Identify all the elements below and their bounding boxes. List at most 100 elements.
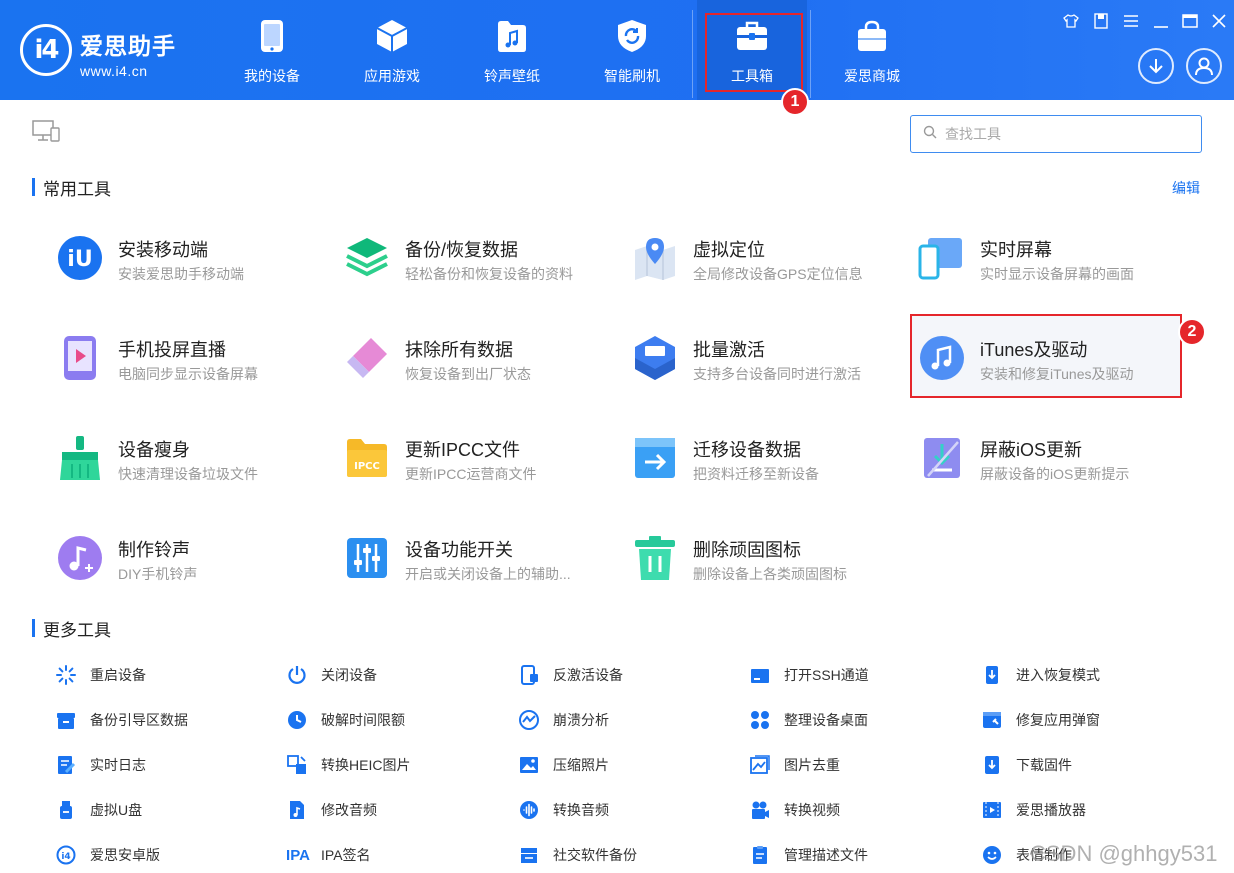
more-tool-backup-boot[interactable]: 备份引导区数据 xyxy=(56,709,188,731)
tool-migrate-data[interactable]: 迁移设备数据 把资料迁移至新设备 xyxy=(631,434,901,514)
more-tool-heic-convert[interactable]: 转换HEIC图片 xyxy=(287,754,410,776)
tool-name: 更新IPCC文件 xyxy=(405,440,521,460)
nav-smart-flash[interactable]: 智能刷机 xyxy=(577,0,687,100)
clock-icon xyxy=(287,710,307,730)
more-tool-recovery[interactable]: 进入恢复模式 xyxy=(982,664,1100,686)
i4-android-icon: i4 xyxy=(56,845,76,865)
more-tool-social-backup[interactable]: 社交软件备份 xyxy=(519,844,637,866)
more-tool-label: 图片去重 xyxy=(784,757,840,773)
more-tool-label: 爱思安卓版 xyxy=(90,847,160,863)
more-tool-download-firmware[interactable]: 下载固件 xyxy=(982,754,1072,776)
tool-name: 迁移设备数据 xyxy=(693,440,801,460)
more-tool-label: 压缩照片 xyxy=(553,757,609,773)
svg-text:iU: iU xyxy=(67,247,92,272)
annotation-box-toolbox xyxy=(705,13,803,92)
more-tool-crash-analysis[interactable]: 崩溃分析 xyxy=(519,709,609,731)
brand-name: 爱思助手 xyxy=(80,33,176,59)
tool-name: 手机投屏直播 xyxy=(118,340,226,360)
more-tool-label: 崩溃分析 xyxy=(553,712,609,728)
phone-icon xyxy=(255,18,289,54)
skin-icon[interactable] xyxy=(1060,10,1082,32)
nav-store[interactable]: 爱思商城 xyxy=(817,0,927,100)
tool-block-ios-update[interactable]: 屏蔽iOS更新 屏蔽设备的iOS更新提示 xyxy=(918,434,1188,514)
tool-backup-restore[interactable]: 备份/恢复数据 轻松备份和恢复设备的资料 xyxy=(343,234,613,314)
ipcc-folder-icon: IPCC xyxy=(343,434,391,482)
tool-delete-icons[interactable]: 删除顽固图标 删除设备上各类顽固图标 xyxy=(631,534,901,614)
search-icon xyxy=(923,125,937,144)
tool-batch-activate[interactable]: 批量激活 支持多台设备同时进行激活 xyxy=(631,334,901,414)
nav-label: 铃声壁纸 xyxy=(484,68,540,84)
more-tool-shutdown[interactable]: 关闭设备 xyxy=(287,664,377,686)
more-tool-convert-audio[interactable]: 转换音频 xyxy=(519,799,609,821)
close-icon[interactable] xyxy=(1208,10,1230,32)
more-tool-label: 打开SSH通道 xyxy=(784,667,869,683)
power-icon xyxy=(287,665,307,685)
sliders-icon xyxy=(343,534,391,582)
more-tool-label: 反激活设备 xyxy=(553,667,623,683)
search-input[interactable] xyxy=(945,126,1185,142)
device-monitor-icon[interactable] xyxy=(32,120,60,147)
tool-feature-switch[interactable]: 设备功能开关 开启或关闭设备上的辅助... xyxy=(343,534,613,614)
player-icon xyxy=(982,800,1002,820)
more-tool-organize-desktop[interactable]: 整理设备桌面 xyxy=(750,709,868,731)
nav-ringtones-wallpapers[interactable]: 铃声壁纸 xyxy=(457,0,567,100)
tool-make-ringtone[interactable]: 制作铃声 DIY手机铃声 xyxy=(56,534,326,614)
more-tool-i4-android[interactable]: i4 爱思安卓版 xyxy=(56,844,160,866)
more-tool-realtime-log[interactable]: 实时日志 xyxy=(56,754,146,776)
itunes-icon xyxy=(918,334,966,382)
tool-desc: 快速清理设备垃圾文件 xyxy=(118,466,258,482)
tool-name: 屏蔽iOS更新 xyxy=(980,440,1083,460)
tool-virtual-location[interactable]: 虚拟定位 全局修改设备GPS定位信息 xyxy=(631,234,901,314)
mini-mode-icon[interactable] xyxy=(1090,10,1112,32)
more-tool-time-limit[interactable]: 破解时间限额 xyxy=(287,709,405,731)
more-tool-repair-popup[interactable]: 修复应用弹窗 xyxy=(982,709,1100,731)
cube-icon xyxy=(375,18,409,54)
menu-icon[interactable] xyxy=(1120,10,1142,32)
nav-apps-games[interactable]: 应用游戏 xyxy=(337,0,447,100)
download-icon[interactable] xyxy=(1138,48,1174,84)
section-title-text: 常用工具 xyxy=(43,179,111,199)
tool-realtime-screen[interactable]: 实时屏幕 实时显示设备屏幕的画面 xyxy=(918,234,1188,314)
nav-my-device[interactable]: 我的设备 xyxy=(217,0,327,100)
tool-itunes-driver[interactable]: iTunes及驱动 安装和修复iTunes及驱动 xyxy=(918,334,1188,414)
tool-update-ipcc[interactable]: IPCC 更新IPCC文件 更新IPCC运营商文件 xyxy=(343,434,613,514)
more-tool-label: 下载固件 xyxy=(1016,757,1072,773)
tool-desc: 支持多台设备同时进行激活 xyxy=(693,366,861,382)
more-tool-label: 管理描述文件 xyxy=(784,847,868,863)
tool-desc: 轻松备份和恢复设备的资料 xyxy=(405,266,573,282)
tool-screen-cast[interactable]: 手机投屏直播 电脑同步显示设备屏幕 xyxy=(56,334,326,414)
more-tool-deactivate[interactable]: 反激活设备 xyxy=(519,664,623,686)
nav-label: 应用游戏 xyxy=(364,68,420,84)
backup-boot-icon xyxy=(56,710,76,730)
more-tool-label: 转换音频 xyxy=(553,802,609,818)
profile-icon xyxy=(750,845,770,865)
more-tool-label: 爱思播放器 xyxy=(1016,802,1086,818)
more-tool-compress-photo[interactable]: 压缩照片 xyxy=(519,754,609,776)
search-box[interactable] xyxy=(910,115,1202,153)
nav-label: 智能刷机 xyxy=(604,68,660,84)
more-tool-ipa-sign[interactable]: IPA IPA签名 xyxy=(283,844,370,866)
music-folder-icon xyxy=(495,18,529,54)
tool-erase-data[interactable]: 抹除所有数据 恢复设备到出厂状态 xyxy=(343,334,613,414)
more-tool-manage-profile[interactable]: 管理描述文件 xyxy=(750,844,868,866)
edit-link[interactable]: 编辑 xyxy=(1172,178,1200,198)
more-tool-player[interactable]: 爱思播放器 xyxy=(982,799,1086,821)
i4-logo-icon[interactable]: i4 xyxy=(20,24,72,76)
tool-desc: 实时显示设备屏幕的画面 xyxy=(980,266,1134,282)
user-avatar-icon[interactable] xyxy=(1186,48,1222,84)
more-tool-ssh[interactable]: 打开SSH通道 xyxy=(750,664,869,686)
more-tool-convert-video[interactable]: 转换视频 xyxy=(750,799,840,821)
tool-install-mobile[interactable]: iU 安装移动端 安装爱思助手移动端 xyxy=(56,234,326,314)
more-tool-edit-audio[interactable]: 修改音频 xyxy=(287,799,377,821)
minimize-icon[interactable] xyxy=(1150,10,1172,32)
trash-icon xyxy=(631,534,679,582)
brand-url: www.i4.cn xyxy=(80,63,148,79)
tool-device-slim[interactable]: 设备瘦身 快速清理设备垃圾文件 xyxy=(56,434,326,514)
maximize-icon[interactable] xyxy=(1179,10,1201,32)
tool-desc: 开启或关闭设备上的辅助... xyxy=(405,566,571,582)
more-tool-dedupe-photo[interactable]: 图片去重 xyxy=(750,754,840,776)
more-tool-restart[interactable]: 重启设备 xyxy=(56,664,146,686)
map-pin-icon xyxy=(631,234,679,282)
download-firmware-icon xyxy=(982,755,1002,775)
more-tool-virtual-usb[interactable]: 虚拟U盘 xyxy=(56,799,142,821)
